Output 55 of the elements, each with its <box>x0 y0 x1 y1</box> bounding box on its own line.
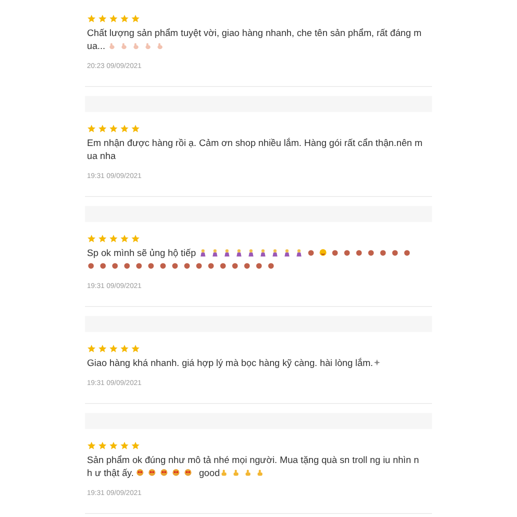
star-icon <box>87 234 96 243</box>
thumbs-up-icon <box>244 468 252 477</box>
star-icon <box>87 14 96 23</box>
heart-face-icon <box>160 468 168 477</box>
star-icon <box>120 124 129 133</box>
hand-icon <box>108 41 116 50</box>
review-comment: Giao hàng khá nhanh. giá hợp lý mà bọc hàng kỹ càng. hài lòng lắm. <box>87 356 430 369</box>
star-icon <box>109 124 118 133</box>
thumbs-up-icon <box>256 468 264 477</box>
hand-icon <box>120 41 128 50</box>
star-icon <box>87 124 96 133</box>
person-icon <box>222 248 231 257</box>
star-icon <box>131 344 140 353</box>
star-icon <box>131 14 140 23</box>
review-comment: Sp ok mình sẽ ủng hộ tiếp <box>87 246 430 272</box>
thumbs-up-icon <box>232 468 240 477</box>
heart-face-icon <box>136 468 144 477</box>
star-icon <box>98 14 107 23</box>
thumbs-up-icon <box>220 468 228 477</box>
star-icon <box>109 14 118 23</box>
person-icon <box>234 248 243 257</box>
person-icon <box>210 248 219 257</box>
person-icon <box>246 248 255 257</box>
star-icon <box>98 124 107 133</box>
star-icon <box>131 234 140 243</box>
star-icon <box>109 441 118 450</box>
person-icon <box>282 248 291 257</box>
person-icon <box>198 248 207 257</box>
sparkle-icon <box>373 358 382 367</box>
star-icon <box>98 234 107 243</box>
star-icon <box>109 344 118 353</box>
star-icon <box>98 441 107 450</box>
person-icon <box>258 248 267 257</box>
hand-icon <box>144 41 152 50</box>
review-comment: Chất lượng sản phẩm tuyệt vời, giao hàng nhanh, che tên sản phẩm, rất đáng m ua... <box>87 26 422 52</box>
review-comment: Sản phẩm ok đúng như mô tả nhé mọi người. Mua tặng quà sn troll ng iu nhìn nh ư thật ấy. good <box>87 453 420 479</box>
hand-icon <box>156 41 164 50</box>
star-icon <box>87 344 96 353</box>
smiling-face-icon <box>318 248 327 257</box>
star-icon <box>98 344 107 353</box>
person-icon <box>294 248 303 257</box>
heart-face-icon <box>148 468 156 477</box>
star-icon <box>120 344 129 353</box>
star-icon <box>131 441 140 450</box>
star-icon <box>120 234 129 243</box>
hand-icon <box>132 41 140 50</box>
star-icon <box>131 124 140 133</box>
review-comment: Em nhận được hàng rồi ạ. Cảm ơn shop nhiều lắm. Hàng gói rất cẩn thận.nên m ua nha <box>87 136 424 162</box>
star-icon <box>109 234 118 243</box>
star-icon <box>120 441 129 450</box>
heart-face-icon <box>172 468 180 477</box>
heart-face-icon <box>184 468 192 477</box>
person-icon <box>270 248 279 257</box>
star-icon <box>87 441 96 450</box>
star-icon <box>120 14 129 23</box>
